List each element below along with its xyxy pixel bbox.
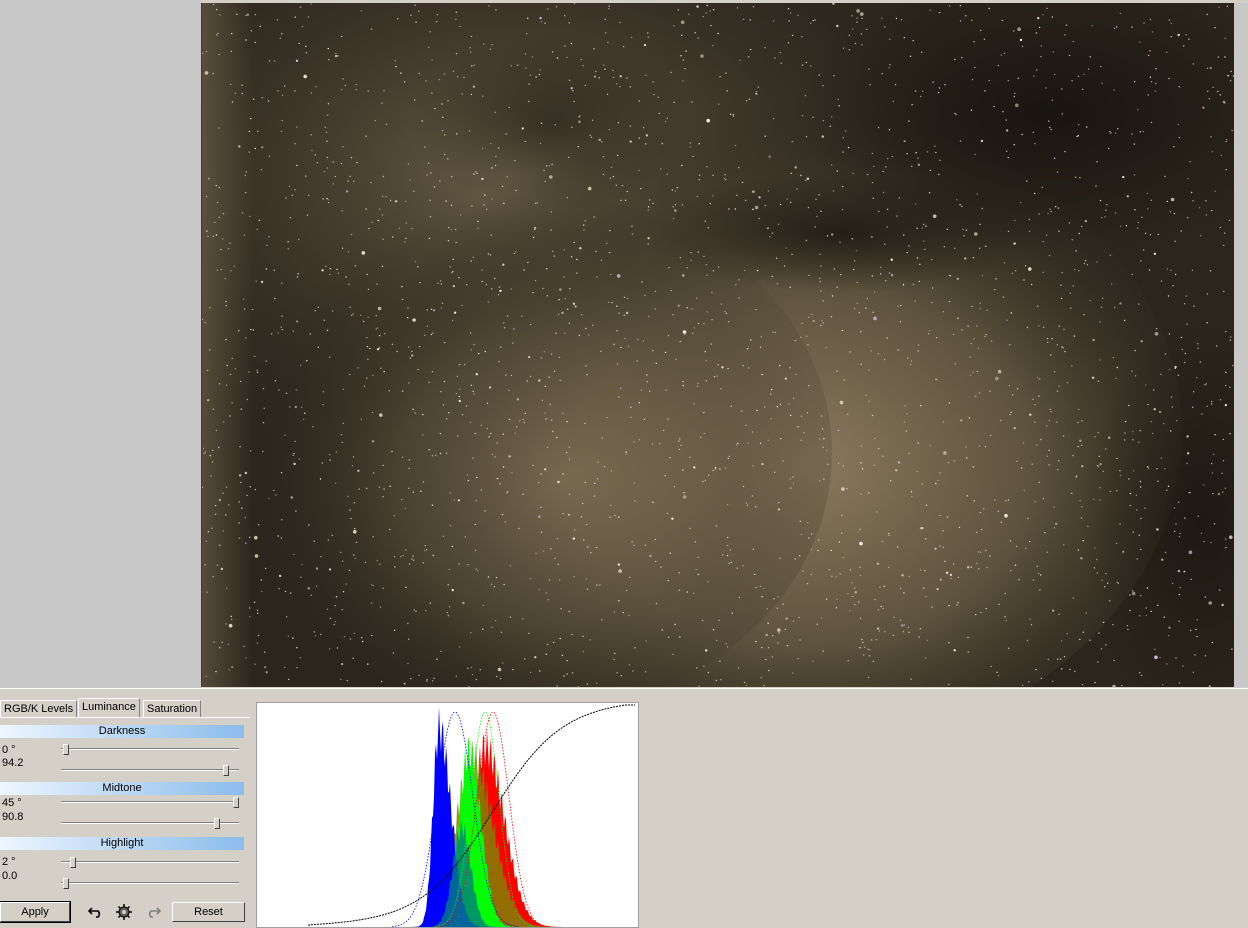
darkness-header: Darkness	[0, 725, 244, 738]
midtone-value-slider[interactable]	[61, 818, 239, 829]
starfield-image	[202, 3, 1235, 687]
midtone-header: Midtone	[0, 782, 244, 795]
slider-thumb[interactable]	[69, 857, 76, 868]
slider-thumb[interactable]	[62, 744, 69, 755]
midtone-angle-value: 45 °	[2, 797, 22, 809]
tab-rgbk-levels[interactable]: RGB/K Levels	[0, 700, 78, 717]
redo-icon[interactable]	[144, 903, 162, 921]
darkness-angle-value: 0 °	[2, 744, 16, 756]
tab-label: Saturation	[147, 703, 198, 715]
highlight-angle-value: 2 °	[2, 856, 16, 868]
left-gutter	[0, 0, 201, 688]
darkness-value-slider[interactable]	[61, 765, 239, 776]
darkness-angle-slider[interactable]	[61, 744, 239, 755]
highlight-header: Highlight	[0, 837, 244, 850]
midtone-value: 90.8	[2, 811, 24, 823]
settings-icon[interactable]	[115, 903, 133, 921]
slider-thumb[interactable]	[214, 818, 221, 829]
tab-luminance[interactable]: Luminance	[78, 698, 140, 717]
histogram-chart	[256, 702, 639, 928]
highlight-angle-slider[interactable]	[61, 857, 239, 868]
apply-button[interactable]: Apply	[0, 901, 71, 923]
reset-button[interactable]: Reset	[172, 902, 245, 922]
tab-divider	[0, 717, 250, 718]
tab-saturation[interactable]: Saturation	[143, 700, 202, 717]
undo-icon[interactable]	[87, 903, 105, 921]
right-strip	[1234, 3, 1248, 687]
highlight-value: 0.0	[2, 870, 18, 882]
adjustment-panel: RGB/K Levels Luminance Saturation Darkne…	[0, 688, 1248, 928]
tab-label: RGB/K Levels	[4, 703, 74, 715]
image-preview[interactable]	[201, 3, 1235, 687]
slider-thumb[interactable]	[62, 878, 69, 889]
darkness-value: 94.2	[2, 757, 24, 769]
slider-thumb[interactable]	[222, 765, 229, 776]
slider-thumb[interactable]	[233, 797, 239, 808]
tab-label: Luminance	[82, 701, 136, 713]
highlight-value-slider[interactable]	[61, 878, 239, 889]
midtone-angle-slider[interactable]	[61, 797, 239, 808]
